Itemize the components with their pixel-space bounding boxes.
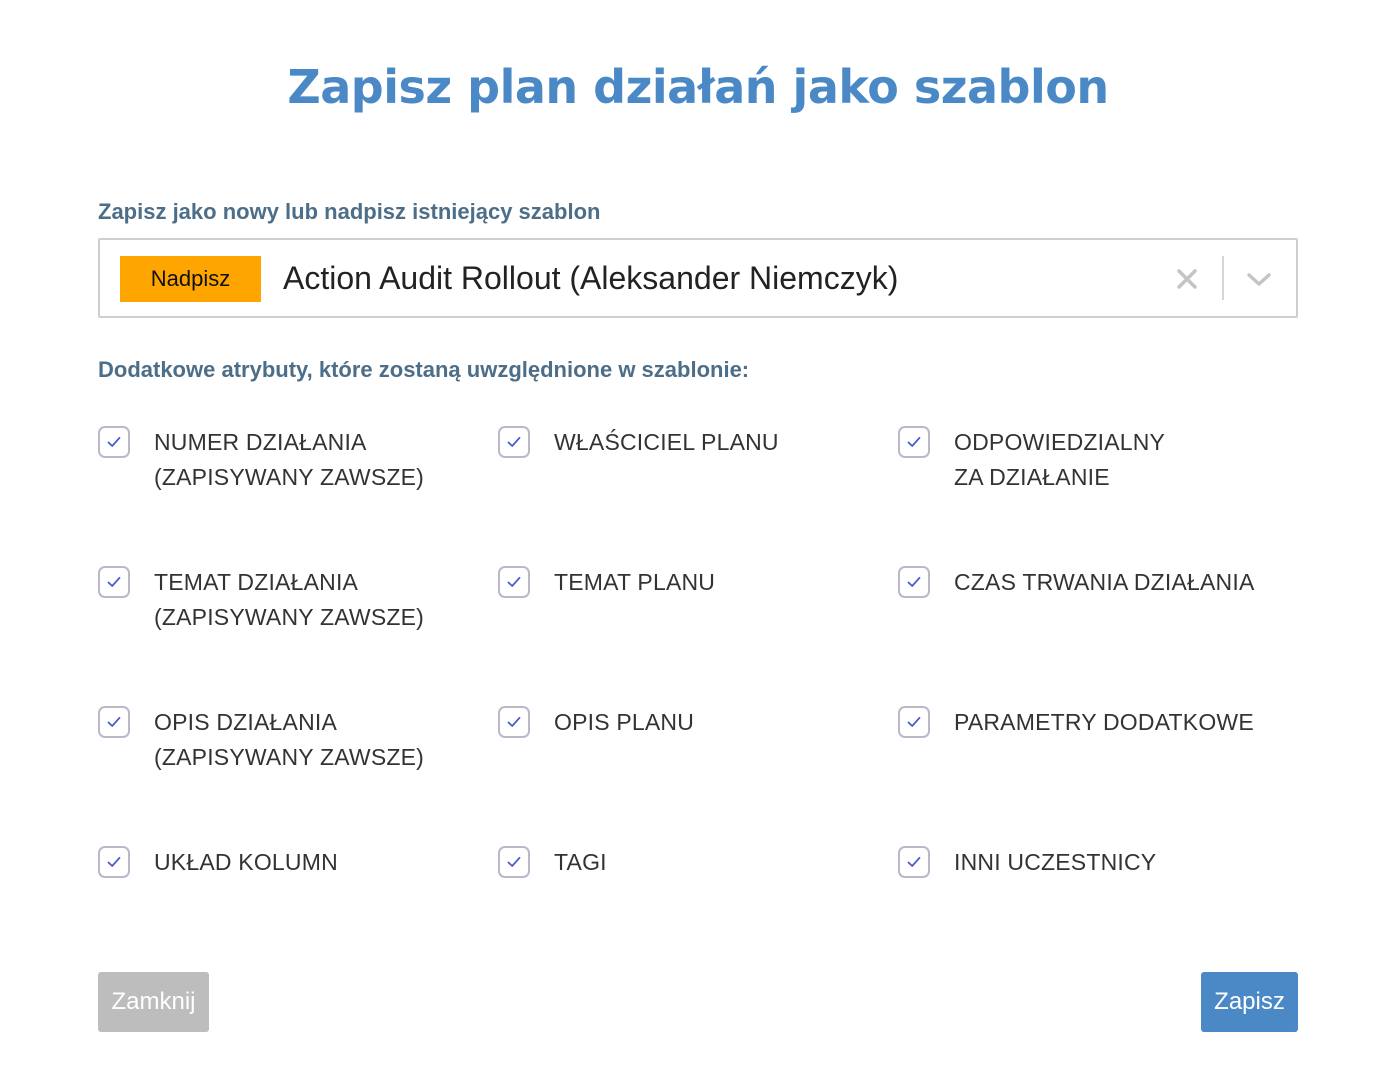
attribute-label: TAGI bbox=[554, 845, 884, 880]
attribute-label-line1: TEMAT PLANU bbox=[554, 569, 716, 595]
attribute-checkbox[interactable] bbox=[898, 846, 930, 878]
checkmark-icon bbox=[107, 856, 121, 867]
attribute-label: OPIS PLANU bbox=[554, 705, 884, 740]
checkmark-icon bbox=[907, 856, 921, 867]
attribute-label-line1: TEMAT DZIAŁANIA bbox=[154, 569, 359, 595]
overwrite-badge: Nadpisz bbox=[120, 256, 261, 302]
checkmark-icon bbox=[107, 576, 121, 587]
selected-template-value: Action Audit Rollout (Aleksander Niemczy… bbox=[283, 260, 899, 296]
attribute-label-line1: CZAS TRWANIA DZIAŁANIA bbox=[954, 569, 1255, 595]
attribute-label: TEMAT DZIAŁANIA (ZAPISYWANY ZAWSZE) bbox=[154, 565, 484, 635]
attribute-checkbox[interactable] bbox=[498, 566, 530, 598]
attribute-label-line2: (ZAPISYWANY ZAWSZE) bbox=[154, 604, 425, 630]
attribute-checkbox[interactable] bbox=[498, 426, 530, 458]
checkmark-icon bbox=[507, 576, 521, 587]
attribute-checkbox[interactable] bbox=[98, 566, 130, 598]
checkmark-icon bbox=[507, 716, 521, 727]
attribute-label-line1: WŁAŚCICIEL PLANU bbox=[554, 429, 779, 455]
attribute-label-line1: ODPOWIEDZIALNY bbox=[954, 429, 1166, 455]
attribute-checkbox[interactable] bbox=[898, 566, 930, 598]
attribute-label-line1: OPIS DZIAŁANIA bbox=[154, 709, 338, 735]
save-button[interactable]: Zapisz bbox=[1201, 972, 1298, 1032]
attribute-label-line1: INNI UCZESTNICY bbox=[954, 849, 1157, 875]
attribute-checkbox[interactable] bbox=[498, 706, 530, 738]
dialog-title: Zapisz plan działań jako szablon bbox=[287, 60, 1109, 114]
checkmark-icon bbox=[907, 576, 921, 587]
attribute-checkbox[interactable] bbox=[498, 846, 530, 878]
attribute-label-line1: TAGI bbox=[554, 849, 607, 875]
attribute-label-line1: PARAMETRY DODATKOWE bbox=[954, 709, 1254, 735]
attribute-label-line2: (ZAPISYWANY ZAWSZE) bbox=[154, 744, 425, 770]
checkmark-icon bbox=[907, 716, 921, 727]
attribute-checkbox[interactable] bbox=[898, 426, 930, 458]
checkmark-icon bbox=[507, 436, 521, 447]
attribute-label-line2: (ZAPISYWANY ZAWSZE) bbox=[154, 464, 425, 490]
attribute-label: NUMER DZIAŁANIA (ZAPISYWANY ZAWSZE) bbox=[154, 425, 484, 495]
attribute-checkbox[interactable] bbox=[98, 706, 130, 738]
attribute-label: CZAS TRWANIA DZIAŁANIA bbox=[954, 565, 1284, 600]
attributes-label: Dodatkowe atrybuty, które zostaną uwzglę… bbox=[98, 357, 750, 382]
attribute-label: OPIS DZIAŁANIA (ZAPISYWANY ZAWSZE) bbox=[154, 705, 484, 775]
attribute-label-line2: ZA DZIAŁANIE bbox=[954, 464, 1110, 490]
chevron-down-icon[interactable] bbox=[1244, 264, 1274, 294]
checkmark-icon bbox=[107, 716, 121, 727]
attribute-label-line1: UKŁAD KOLUMN bbox=[154, 849, 338, 875]
attribute-label: INNI UCZESTNICY bbox=[954, 845, 1284, 880]
close-icon[interactable] bbox=[1172, 264, 1202, 294]
attribute-label: TEMAT PLANU bbox=[554, 565, 884, 600]
checkmark-icon bbox=[107, 436, 121, 447]
template-select[interactable]: Nadpisz Action Audit Rollout (Aleksander… bbox=[98, 238, 1298, 318]
attribute-label: UKŁAD KOLUMN bbox=[154, 845, 484, 880]
checkmark-icon bbox=[907, 436, 921, 447]
attribute-label: PARAMETRY DODATKOWE bbox=[954, 705, 1284, 740]
attribute-checkbox[interactable] bbox=[98, 846, 130, 878]
close-button[interactable]: Zamknij bbox=[98, 972, 209, 1032]
template-select-label: Zapisz jako nowy lub nadpisz istniejący … bbox=[98, 199, 601, 224]
attribute-label-line1: NUMER DZIAŁANIA bbox=[154, 429, 367, 455]
checkmark-icon bbox=[507, 856, 521, 867]
attribute-checkbox[interactable] bbox=[898, 706, 930, 738]
select-separator bbox=[1222, 256, 1224, 300]
attribute-checkbox[interactable] bbox=[98, 426, 130, 458]
attribute-label: WŁAŚCICIEL PLANU bbox=[554, 425, 884, 460]
attribute-label: ODPOWIEDZIALNY ZA DZIAŁANIE bbox=[954, 425, 1284, 495]
attribute-label-line1: OPIS PLANU bbox=[554, 709, 695, 735]
